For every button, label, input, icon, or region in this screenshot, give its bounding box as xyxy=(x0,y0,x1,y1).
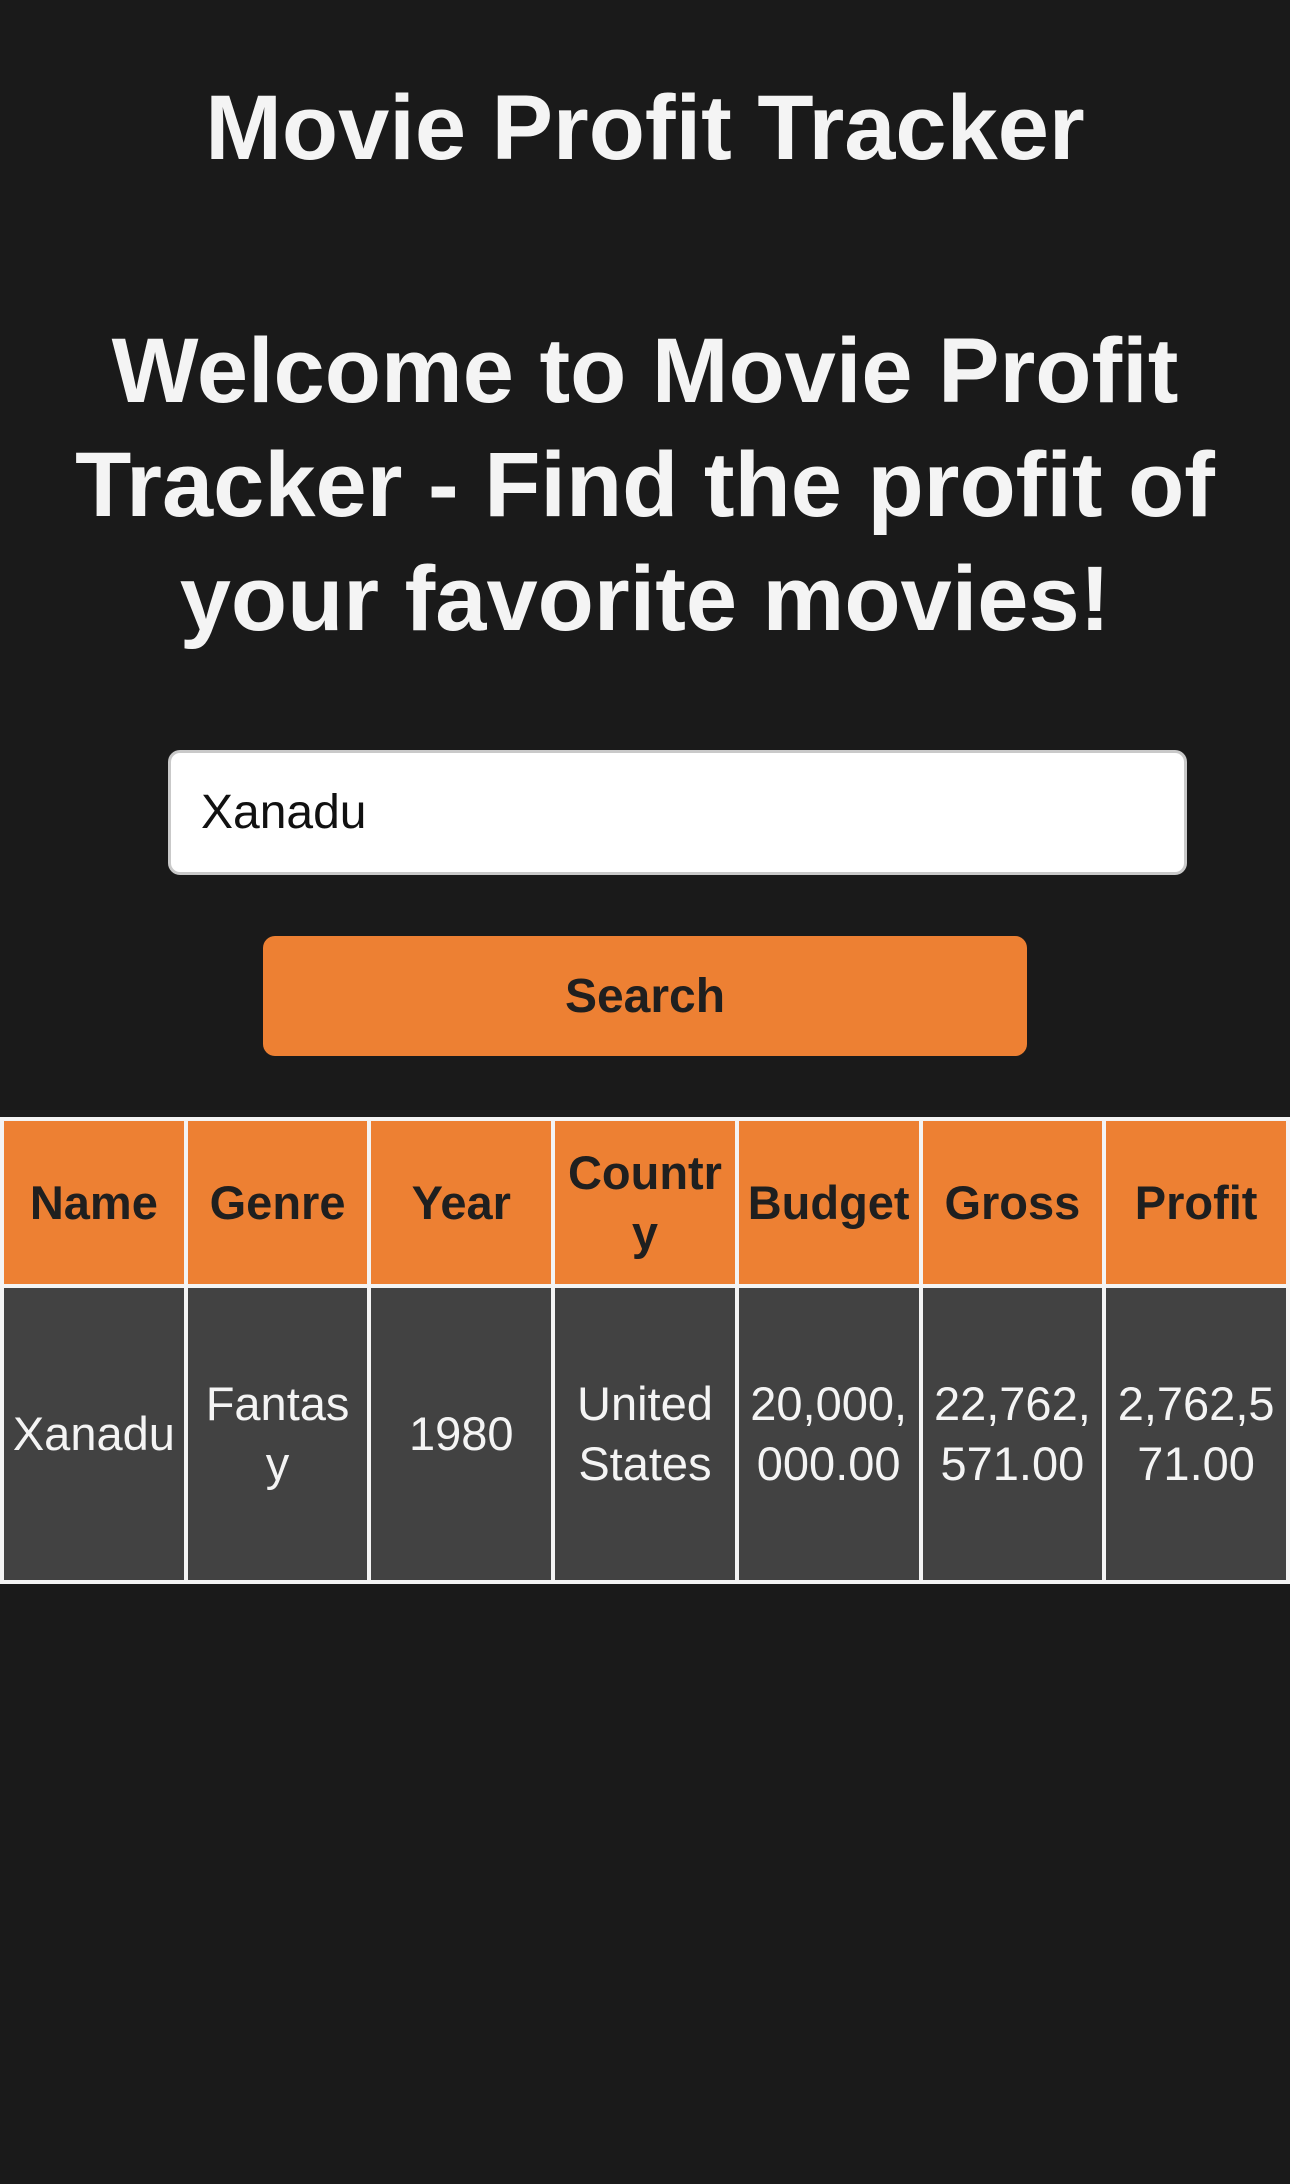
cell-profit: 2,762,571.00 xyxy=(1106,1288,1286,1580)
table-row: Xanadu Fantasy 1980 United States 20,000… xyxy=(4,1288,1286,1580)
column-header-country: Country xyxy=(555,1121,735,1284)
welcome-heading: Welcome to Movie Profit Tracker - Find t… xyxy=(75,320,1215,650)
column-header-gross: Gross xyxy=(922,1121,1103,1284)
results-table: Name Genre Year Country Budget Gross Pro… xyxy=(0,1117,1290,1584)
column-header-genre: Genre xyxy=(187,1121,368,1284)
app-title: Movie Profit Tracker xyxy=(205,77,1085,179)
column-header-year: Year xyxy=(371,1121,552,1284)
results-table-body: Xanadu Fantasy 1980 United States 20,000… xyxy=(4,1288,1286,1580)
cell-budget: 20,000,000.00 xyxy=(738,1288,919,1580)
column-header-budget: Budget xyxy=(738,1121,919,1284)
search-button[interactable]: Search xyxy=(263,936,1027,1056)
cell-gross: 22,762,571.00 xyxy=(922,1288,1103,1580)
column-header-profit: Profit xyxy=(1106,1121,1286,1284)
results-table-header: Name Genre Year Country Budget Gross Pro… xyxy=(4,1121,1286,1284)
cell-country: United States xyxy=(555,1288,735,1580)
movie-search-input[interactable] xyxy=(168,750,1187,875)
column-header-name: Name xyxy=(4,1121,184,1284)
cell-year: 1980 xyxy=(371,1288,552,1580)
cell-genre: Fantasy xyxy=(187,1288,368,1580)
cell-name: Xanadu xyxy=(4,1288,184,1580)
header-row: Name Genre Year Country Budget Gross Pro… xyxy=(4,1121,1286,1284)
